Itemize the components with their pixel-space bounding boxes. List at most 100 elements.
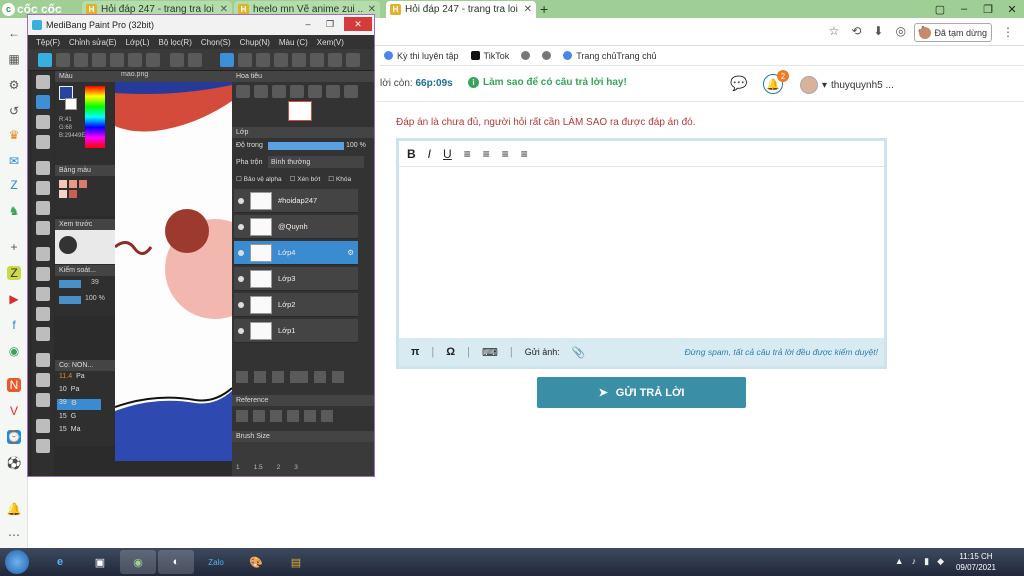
snap-perspective-icon[interactable]	[346, 53, 360, 67]
blend-mode-select[interactable]: Bình thường	[268, 156, 364, 168]
snap-grid-icon[interactable]	[256, 53, 270, 67]
clipping-checkbox[interactable]: ☐ Xén bớt	[290, 175, 321, 183]
pen-tool-icon[interactable]	[36, 135, 50, 149]
show-hidden-icon[interactable]: ▲	[895, 556, 904, 567]
network-icon[interactable]: ▮	[924, 556, 929, 567]
paint-app-icon[interactable]: 🎨	[238, 550, 274, 574]
minimize-icon[interactable]: –	[298, 17, 318, 31]
star-icon[interactable]: ☆	[829, 24, 840, 38]
hue-slider[interactable]	[85, 86, 105, 148]
snap-curve-icon[interactable]	[328, 53, 342, 67]
hand-tool-icon[interactable]	[36, 439, 50, 453]
more-sidebar-icon[interactable]: ⋯	[7, 528, 21, 542]
close-icon[interactable]: ✕	[344, 17, 372, 31]
layer-row[interactable]: Lớp1	[234, 319, 358, 343]
zoom-in-icon[interactable]	[287, 410, 299, 422]
undo-icon[interactable]	[170, 53, 184, 67]
bookmark-item[interactable]	[521, 51, 531, 60]
eye-icon[interactable]	[238, 301, 244, 308]
layer-row-selected[interactable]: Lớp4 ⚙	[234, 241, 358, 265]
zalo-app-icon[interactable]: Zalo	[198, 550, 234, 574]
menu-file[interactable]: Tệp(F)	[36, 38, 60, 47]
upload-icon[interactable]	[236, 410, 248, 422]
panel-icon[interactable]	[92, 53, 106, 67]
layer-row[interactable]: @Quynh	[234, 215, 358, 239]
brushsize-option[interactable]: 1.5	[254, 464, 263, 471]
palette-panel-header[interactable]: Bảng màu	[55, 165, 115, 176]
menu-filter[interactable]: Bộ lọc(R)	[159, 38, 192, 47]
bucket-tool-icon[interactable]	[36, 201, 50, 215]
text-tool-icon[interactable]	[36, 353, 50, 367]
palette-swatch[interactable]	[79, 180, 87, 188]
share-icon[interactable]	[56, 53, 70, 67]
minimize-icon[interactable]: –	[952, 0, 976, 18]
history-icon[interactable]: ↺	[7, 104, 21, 118]
zoom-fit-icon[interactable]	[236, 85, 250, 98]
snap-radial-icon[interactable]	[292, 53, 306, 67]
eye-icon[interactable]	[238, 249, 244, 256]
eye-icon[interactable]	[238, 327, 244, 334]
eraser-tool-icon[interactable]	[36, 95, 50, 109]
back-icon[interactable]: ←	[7, 26, 21, 40]
chat-icon[interactable]: 💬	[730, 75, 747, 92]
zoom-app-icon[interactable]: ▣	[82, 550, 118, 574]
palette-swatch[interactable]	[59, 190, 67, 198]
z-app-icon[interactable]: Z	[7, 266, 21, 280]
image-icon[interactable]	[128, 53, 142, 67]
menu-color[interactable]: Màu (C)	[279, 38, 308, 47]
color-panel-header[interactable]: Màu	[55, 71, 115, 82]
navigator-panel-header[interactable]: Hoa tiêu	[232, 71, 374, 82]
new-bw-layer-icon[interactable]	[272, 371, 284, 383]
palette-swatch[interactable]	[69, 180, 77, 188]
brushsize-option[interactable]: 2	[277, 464, 281, 471]
bell-sidebar-icon[interactable]: 🔔	[7, 502, 22, 516]
align-justify-icon[interactable]: ≡	[521, 147, 528, 161]
bookmark-item[interactable]: TikTok	[470, 51, 509, 61]
maximize-icon[interactable]: ❐	[320, 17, 340, 31]
menu-edit[interactable]: Chỉnh sửa(E)	[69, 38, 117, 47]
operation-tool-icon[interactable]	[36, 373, 50, 387]
coccoc-app-icon[interactable]: ◉	[120, 550, 156, 574]
layer-row[interactable]: Lớp2	[234, 293, 358, 317]
layer-panel-header[interactable]: Lớp	[232, 127, 374, 138]
answer-textarea[interactable]	[399, 167, 884, 341]
vtv-icon[interactable]: V	[7, 404, 21, 418]
folder-open-icon[interactable]	[253, 410, 265, 422]
fill-rect-tool-icon[interactable]	[36, 181, 50, 195]
settings-icon[interactable]: ⚙	[7, 78, 21, 92]
add-icon[interactable]: +	[7, 240, 21, 254]
folder-icon[interactable]	[314, 371, 326, 383]
internet-explorer-icon[interactable]: e	[42, 550, 78, 574]
flip-icon[interactable]	[344, 85, 358, 98]
youtube-icon[interactable]: ▶	[7, 292, 21, 306]
submit-answer-button[interactable]: ➤ GỬI TRẢ LỜI	[537, 377, 746, 408]
rotate-right-icon[interactable]	[326, 85, 340, 98]
align-right-icon[interactable]: ≡	[502, 147, 509, 161]
new-halftone-layer-icon[interactable]	[254, 371, 266, 383]
lock-checkbox[interactable]: ☐ Khóa	[328, 175, 351, 183]
close-ref-icon[interactable]	[270, 410, 282, 422]
cloud-icon[interactable]	[38, 53, 52, 67]
lasso-tool-icon[interactable]	[36, 267, 50, 281]
select-pen-icon[interactable]	[36, 307, 50, 321]
brush-panel-header[interactable]: Cọ: NON...	[55, 360, 115, 371]
menu-view[interactable]: Xem(V)	[317, 38, 344, 47]
taskbar-clock[interactable]: 11:15 CH 09/07/2021	[956, 551, 996, 573]
fit-icon[interactable]	[304, 410, 316, 422]
underline-button[interactable]: U	[443, 147, 452, 161]
select-tool-icon[interactable]	[36, 247, 50, 261]
brush-item[interactable]: 15 Ma	[59, 426, 81, 433]
close-window-icon[interactable]: ✕	[1000, 0, 1024, 18]
zalo-icon[interactable]: Z	[7, 178, 21, 192]
size-value[interactable]: 39	[91, 279, 99, 286]
italic-button[interactable]: I	[428, 147, 431, 161]
game-icon[interactable]: ♞	[7, 204, 21, 218]
math-pi-button[interactable]: π	[411, 346, 419, 358]
brush-item[interactable]: 15 G	[59, 413, 76, 420]
extension-coccoc-icon[interactable]: ◎	[895, 24, 905, 38]
close-tab-icon[interactable]: ✕	[524, 4, 532, 15]
snap-cross-icon[interactable]	[274, 53, 288, 67]
actual-size-icon[interactable]	[290, 85, 304, 98]
zoom-out-icon[interactable]	[321, 410, 333, 422]
brush-item[interactable]: 11.4 Pa	[59, 373, 85, 380]
